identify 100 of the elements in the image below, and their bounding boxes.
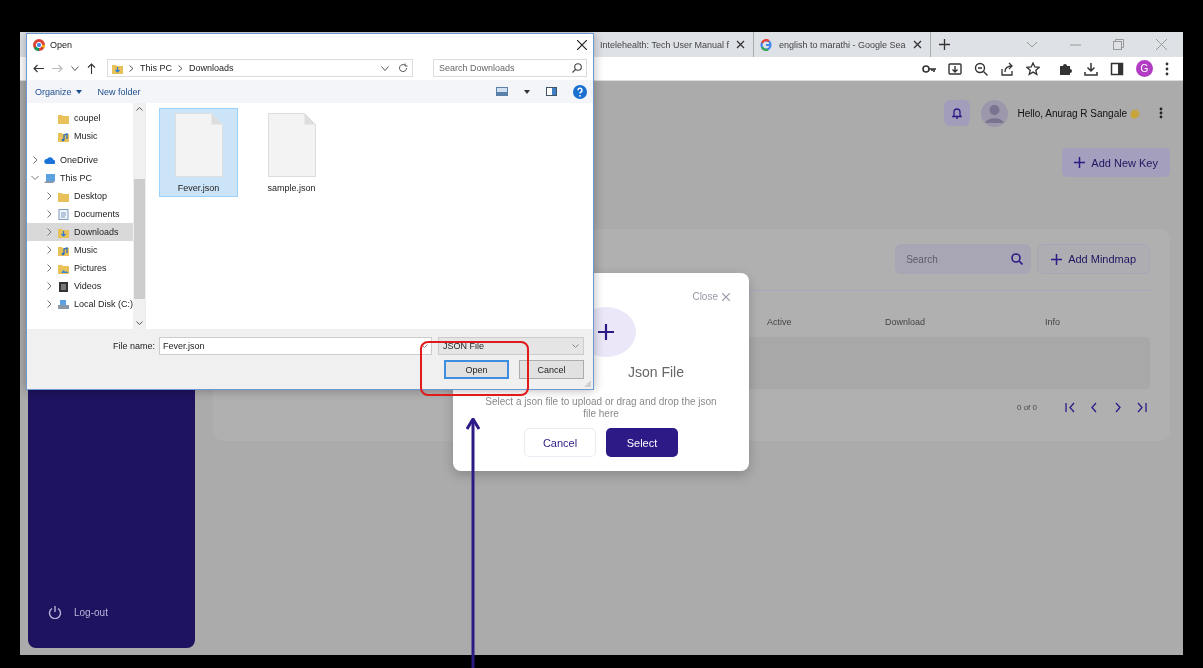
drive-icon	[58, 298, 69, 310]
search-field[interactable]: Search Downloads	[433, 59, 587, 77]
search-icon	[1011, 253, 1024, 265]
up-icon[interactable]	[87, 62, 96, 74]
chevron-right-icon	[45, 300, 53, 308]
nav-item[interactable]: OneDrive	[27, 151, 133, 169]
power-icon[interactable]	[48, 605, 62, 619]
breadcrumb-item[interactable]: Downloads	[189, 63, 234, 73]
dialog-description: Select a json file to upload or drag and drop the json file here	[484, 396, 718, 420]
nav-item[interactable]: Local Disk (C:)	[27, 295, 133, 313]
bell-icon	[952, 107, 963, 119]
add-new-key-button[interactable]: Add New Key	[1062, 148, 1170, 177]
select-button[interactable]: Select	[606, 428, 678, 457]
chevron-down-icon	[572, 344, 579, 348]
nav-item[interactable]: This PC	[27, 169, 133, 187]
music-folder-icon	[58, 244, 69, 256]
column-header: Active	[767, 317, 793, 327]
google-icon	[759, 38, 772, 51]
first-page-icon[interactable]	[1065, 402, 1075, 413]
cloud-icon	[44, 154, 55, 166]
chevron-down-icon[interactable]	[71, 65, 79, 71]
cancel-button[interactable]: Cancel	[519, 360, 584, 379]
file-icon	[174, 113, 223, 177]
waving-hand-icon	[1129, 107, 1141, 119]
profile-avatar[interactable]: G	[1136, 60, 1153, 77]
caret-icon[interactable]	[524, 89, 530, 94]
breadcrumb-item[interactable]: This PC	[140, 63, 172, 73]
zoom-out-icon[interactable]	[974, 61, 988, 76]
greeting-text: Hello, Anurag R Sangale	[1017, 107, 1127, 119]
close-icon[interactable]	[735, 40, 745, 49]
cancel-button[interactable]: Cancel	[524, 428, 596, 457]
puzzle-icon[interactable]	[1058, 61, 1072, 76]
file-item[interactable]: sample.json	[252, 108, 331, 197]
nav-item[interactable]: Music	[27, 127, 133, 145]
chevron-down-icon	[381, 65, 389, 71]
more-icon[interactable]	[1159, 107, 1163, 119]
chevron-left-icon[interactable]	[1089, 402, 1099, 413]
folder-icon	[58, 112, 69, 124]
search-field[interactable]: Search	[895, 244, 1032, 274]
close-icon[interactable]	[912, 40, 922, 49]
nav-item[interactable]: Documents	[27, 205, 133, 223]
chevron-right-icon	[31, 156, 39, 164]
chevron-down-icon	[31, 174, 39, 182]
resize-grip-icon	[585, 381, 591, 387]
address-bar[interactable]: This PC Downloads	[107, 59, 413, 77]
chevron-down-icon	[421, 344, 428, 348]
organize-button[interactable]: Organize	[35, 86, 82, 97]
chevron-right-icon	[178, 64, 183, 72]
file-item[interactable]: Fever.json	[159, 108, 238, 197]
chrome-icon	[33, 39, 45, 51]
new-tab-icon[interactable]	[938, 39, 950, 50]
nav-item[interactable]: Downloads	[27, 223, 133, 241]
close-icon[interactable]	[577, 40, 587, 50]
refresh-icon[interactable]	[398, 63, 408, 73]
video-icon	[58, 280, 69, 292]
chevron-right-icon	[45, 282, 53, 290]
nav-item[interactable]: Desktop	[27, 187, 133, 205]
plus-icon	[1074, 157, 1086, 168]
side-panel-icon[interactable]	[1110, 61, 1124, 76]
star-icon[interactable]	[1026, 61, 1040, 76]
nav-item[interactable]: Pictures	[27, 259, 133, 277]
pagination-text: 0 of 0	[1017, 403, 1037, 412]
file-type-dropdown[interactable]: JSON File	[438, 337, 584, 355]
chevron-right-icon[interactable]	[1113, 402, 1123, 413]
tab-title: english to marathi - Google Sea	[778, 39, 906, 50]
computer-icon	[44, 172, 55, 184]
dialog-title: Open	[50, 40, 73, 50]
dialog-title: Json File	[628, 364, 684, 380]
view-icon[interactable]	[496, 87, 508, 96]
file-name-field[interactable]: Fever.json	[159, 337, 432, 355]
avatar-icon	[981, 99, 1009, 127]
folder-icon	[58, 190, 69, 202]
plus-icon	[598, 324, 614, 340]
downloads-folder-icon	[112, 62, 123, 74]
file-icon	[267, 113, 316, 177]
logout-link[interactable]: Log-out	[74, 606, 108, 618]
help-icon[interactable]	[573, 84, 587, 99]
nav-item[interactable]: coupel	[27, 109, 133, 127]
notification-button[interactable]	[944, 100, 971, 126]
add-mindmap-button[interactable]: Add Mindmap	[1037, 244, 1150, 274]
share-icon[interactable]	[1000, 61, 1014, 76]
open-button[interactable]: Open	[444, 360, 509, 379]
install-icon[interactable]	[948, 61, 962, 76]
new-folder-button[interactable]: New folder	[97, 86, 141, 97]
chevron-right-icon	[45, 228, 53, 236]
chevron-right-icon	[45, 246, 53, 254]
more-icon[interactable]	[1165, 61, 1169, 76]
last-page-icon[interactable]	[1137, 402, 1147, 413]
download-icon[interactable]	[1084, 61, 1098, 76]
scrollbar[interactable]	[133, 103, 145, 329]
caret-icon	[75, 89, 82, 94]
nav-item[interactable]: Music	[27, 241, 133, 259]
file-name-label: File name:	[112, 341, 155, 351]
scrollbar-thumb[interactable]	[133, 179, 145, 299]
back-icon[interactable]	[33, 63, 44, 73]
close-icon	[722, 292, 730, 301]
document-icon	[58, 208, 69, 220]
chevron-right-icon	[45, 192, 53, 200]
preview-pane-icon[interactable]	[546, 87, 557, 96]
nav-item[interactable]: Videos	[27, 277, 133, 295]
